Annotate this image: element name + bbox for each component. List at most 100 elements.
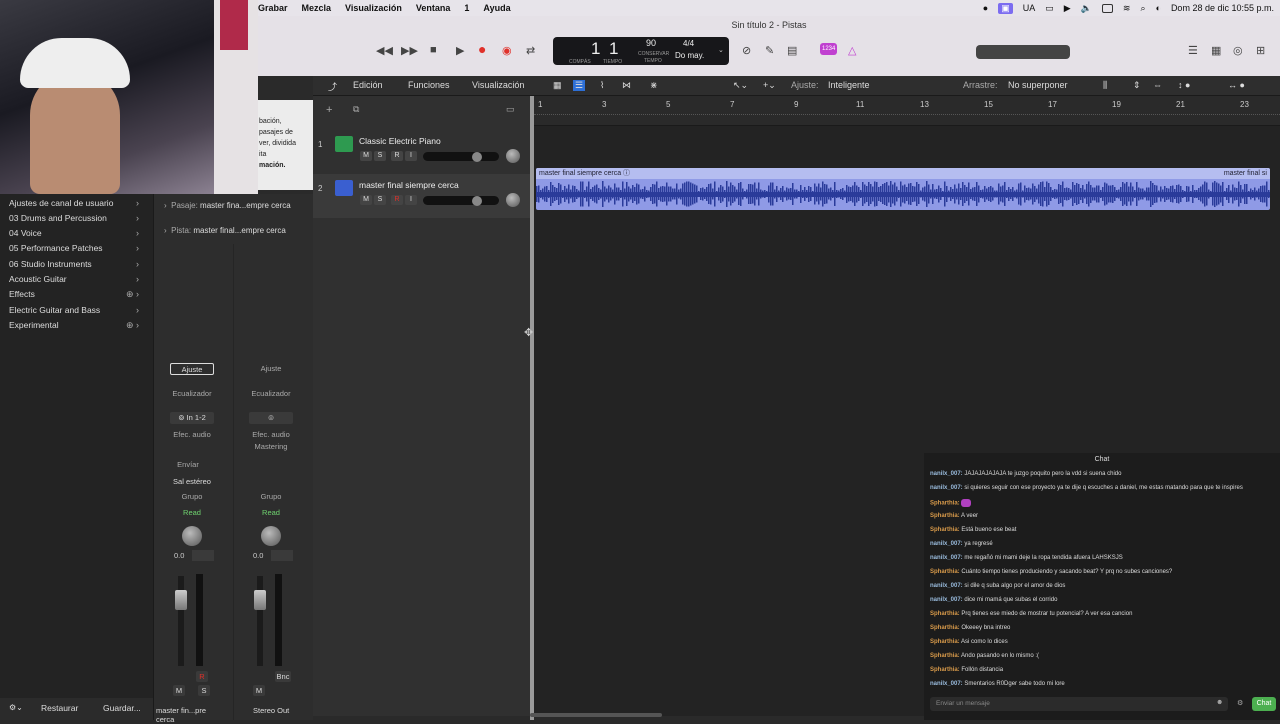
restore-button[interactable]: Restaurar — [41, 703, 78, 713]
vertical-zoom-icon[interactable]: ⇕ — [1133, 80, 1141, 91]
library-item[interactable]: 04 Voice — [9, 228, 42, 238]
settings-icon[interactable]: ⚙⌄ — [9, 703, 23, 712]
control-center-icon[interactable]: ◐ — [1156, 3, 1161, 13]
search-icon[interactable]: ⌕ — [1140, 3, 1145, 14]
catch-icon[interactable]: ⋇ — [650, 80, 658, 91]
lcd-signature[interactable]: 4/4 — [683, 39, 694, 48]
lcd-chevron-icon[interactable]: ⌄ — [718, 46, 724, 54]
status-icon[interactable]: ● — [983, 3, 988, 13]
wifi-icon[interactable]: ≋ — [1123, 3, 1131, 14]
horizontal-scrollbar[interactable] — [530, 713, 662, 717]
track-volume-slider[interactable] — [423, 196, 499, 205]
solo-button[interactable]: S — [198, 685, 210, 696]
mastering-slot[interactable]: Mastering — [249, 441, 293, 453]
chevron-right-icon[interactable]: › — [136, 305, 139, 315]
library-item[interactable]: 06 Studio Instruments — [9, 259, 92, 269]
track-pan-knob[interactable] — [506, 193, 520, 207]
track-name[interactable]: master final siempre cerca — [359, 180, 459, 190]
setting-button[interactable]: Ajuste — [170, 363, 214, 375]
metronome-icon[interactable]: △ — [848, 44, 856, 57]
secondary-tool-icon[interactable]: +⌄ — [763, 80, 776, 91]
chevron-right-icon[interactable]: › — [136, 274, 139, 284]
track-pan-knob[interactable] — [506, 149, 520, 163]
automation-read[interactable]: Read — [249, 507, 293, 519]
inspector-track-row[interactable]: › Pista: master final...empre cerca — [164, 226, 286, 235]
mute-button[interactable]: M — [253, 685, 265, 696]
rewind-button[interactable]: ◀◀ — [376, 44, 393, 57]
menu-visualizacion[interactable]: Visualización — [345, 3, 402, 13]
lcd-display[interactable]: 1 1 COMPÁS TIEMPO 90 CONSERVAR TEMPO 4/4… — [553, 37, 729, 65]
link-icon[interactable]: ⊚ — [249, 412, 293, 424]
playhead[interactable] — [530, 96, 534, 720]
forward-button[interactable]: ▶▶ — [401, 44, 418, 57]
pointer-tool-icon[interactable]: ↖⌄ — [733, 80, 748, 91]
library-item[interactable]: Experimental — [9, 320, 59, 330]
library-item[interactable]: Acoustic Guitar — [9, 274, 67, 284]
record-enable-button[interactable]: R — [196, 671, 208, 682]
library-item[interactable]: 05 Performance Patches — [9, 243, 103, 253]
input-monitor-button[interactable]: I — [405, 195, 417, 205]
chat-input[interactable]: Enviar un mensaje — [930, 697, 1228, 711]
record-enable-button[interactable]: R — [391, 195, 403, 205]
mute-button[interactable]: M — [173, 685, 185, 696]
audio-region[interactable]: master final siempre cerca ⓘ master fina… — [536, 168, 1270, 210]
pan-knob[interactable] — [261, 526, 281, 546]
input-source-indicator[interactable]: UA — [1023, 3, 1036, 13]
chevron-right-icon[interactable]: ⊕ › — [126, 289, 139, 300]
audio-fx-slot[interactable]: Efec. audio — [170, 429, 214, 441]
notepad-icon[interactable]: ▦ — [1211, 44, 1221, 57]
menubar-clock[interactable]: Dom 28 de dic 10:55 p.m. — [1171, 3, 1274, 13]
emoji-icon[interactable]: ☻ — [1216, 699, 1223, 706]
chevron-right-icon[interactable]: › — [136, 198, 139, 208]
eq-slot[interactable]: Ecualizador — [170, 388, 214, 400]
cycle-button[interactable]: ⇄ — [526, 44, 535, 57]
gear-icon[interactable]: ⚙ — [1237, 699, 1243, 707]
setting-button[interactable]: Ajuste — [249, 363, 293, 375]
eq-slot[interactable]: Ecualizador — [249, 388, 293, 400]
add-track-button[interactable]: + — [326, 104, 332, 116]
grid-icon[interactable]: ▦ — [553, 80, 562, 91]
group-slot[interactable]: Grupo — [170, 491, 214, 503]
list-editors-icon[interactable]: ☰ — [1188, 44, 1198, 57]
flex-icon[interactable]: ⋈ — [622, 80, 631, 91]
play-button[interactable]: ▶ — [456, 44, 464, 57]
pan-knob[interactable] — [182, 526, 202, 546]
mute-button[interactable]: M — [360, 195, 372, 205]
play-icon[interactable]: ▶ — [1064, 3, 1071, 14]
replace-icon[interactable]: ⊘ — [742, 44, 751, 57]
horizontal-zoom-slider[interactable]: ↔ ● — [1228, 80, 1245, 90]
bounce-button[interactable]: Bnc — [275, 671, 291, 682]
stop-button[interactable]: ■ — [430, 44, 437, 56]
mute-button[interactable]: M — [360, 151, 372, 161]
chevron-right-icon[interactable]: › — [136, 228, 139, 238]
screen-record-icon[interactable]: ▣ — [998, 2, 1013, 14]
display-icon[interactable]: ▭ — [1045, 3, 1054, 14]
menu-grabar[interactable]: Grabar — [258, 3, 288, 13]
volume-icon[interactable]: 🔈 — [1081, 3, 1092, 14]
duplicate-track-icon[interactable]: ⧉ — [353, 104, 359, 115]
tuner-icon[interactable]: ✎ — [765, 44, 774, 57]
list-icon[interactable]: ☰ — [573, 80, 586, 91]
library-item[interactable]: Electric Guitar and Bass — [9, 305, 100, 315]
horizontal-zoom-icon[interactable]: ⇔ — [1153, 80, 1162, 90]
lcd-key[interactable]: Do may. — [675, 51, 704, 60]
count-badge[interactable]: 1234 — [820, 43, 838, 55]
track-name[interactable]: Classic Electric Piano — [359, 136, 441, 146]
drag-select[interactable]: No superponer — [1008, 80, 1068, 90]
count-in-icon[interactable]: ▤ — [787, 44, 797, 57]
track-row[interactable]: 1 Classic Electric Piano M S R I — [313, 130, 530, 174]
output-slot[interactable]: Sal estéreo — [170, 476, 214, 488]
automation-icon[interactable]: ⌇ — [600, 80, 604, 91]
vertical-zoom-slider[interactable]: ↕ ● — [1178, 80, 1190, 90]
input-monitor-button[interactable]: I — [405, 151, 417, 161]
group-slot[interactable]: Grupo — [249, 491, 293, 503]
toolbar-pill[interactable] — [976, 45, 1070, 59]
track-volume-slider[interactable] — [423, 152, 499, 161]
loop-browser-icon[interactable]: ◎ — [1233, 44, 1243, 57]
save-button[interactable]: Guardar... — [103, 703, 141, 713]
track-volume-knob[interactable] — [472, 196, 482, 206]
functions-menu[interactable]: Funciones — [408, 80, 450, 90]
library-item[interactable]: 03 Drums and Percussion — [9, 213, 107, 223]
record-enable-button[interactable]: R — [391, 151, 403, 161]
menu-mezcla[interactable]: Mezcla — [302, 3, 332, 13]
